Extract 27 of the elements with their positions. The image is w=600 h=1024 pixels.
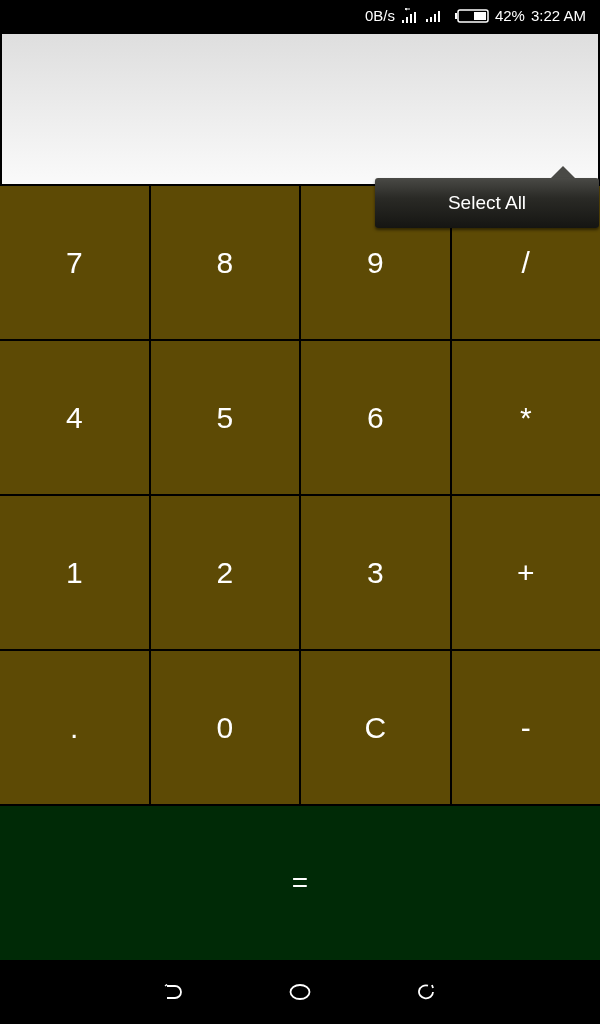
home-icon[interactable]: [289, 984, 311, 1000]
calculator-key[interactable]: -: [451, 651, 600, 804]
back-icon[interactable]: [163, 984, 183, 1000]
menu-pointer-icon: [551, 166, 575, 178]
calculator-key[interactable]: *: [451, 341, 600, 494]
calculator-key[interactable]: 5: [150, 341, 299, 494]
circle-arrow-icon[interactable]: [417, 984, 437, 1000]
calculator-key[interactable]: 6: [301, 341, 450, 494]
calculator-key[interactable]: +: [451, 496, 600, 649]
equals-button[interactable]: =: [0, 806, 600, 960]
signal-icon: [424, 10, 441, 22]
calculator-key[interactable]: C: [301, 651, 450, 804]
calculator-key[interactable]: 2: [150, 496, 299, 649]
calculator-key[interactable]: 4: [0, 341, 149, 494]
calculator-key[interactable]: 8: [150, 186, 299, 339]
signal-icon: [400, 8, 419, 24]
select-all-menu[interactable]: Select All: [375, 178, 599, 228]
calculator-key[interactable]: 1: [0, 496, 149, 649]
calculator-key[interactable]: 0: [150, 651, 299, 804]
calculator-key[interactable]: 3: [301, 496, 450, 649]
calculator-key[interactable]: 7: [0, 186, 149, 339]
display-field[interactable]: [2, 34, 598, 184]
clock-time: 3:22 AM: [530, 7, 586, 25]
battery-icon: [454, 9, 489, 23]
battery-percentage: 42%: [494, 7, 525, 25]
calculator-key[interactable]: .: [0, 651, 149, 804]
network-speed: 0B/s: [364, 7, 395, 25]
